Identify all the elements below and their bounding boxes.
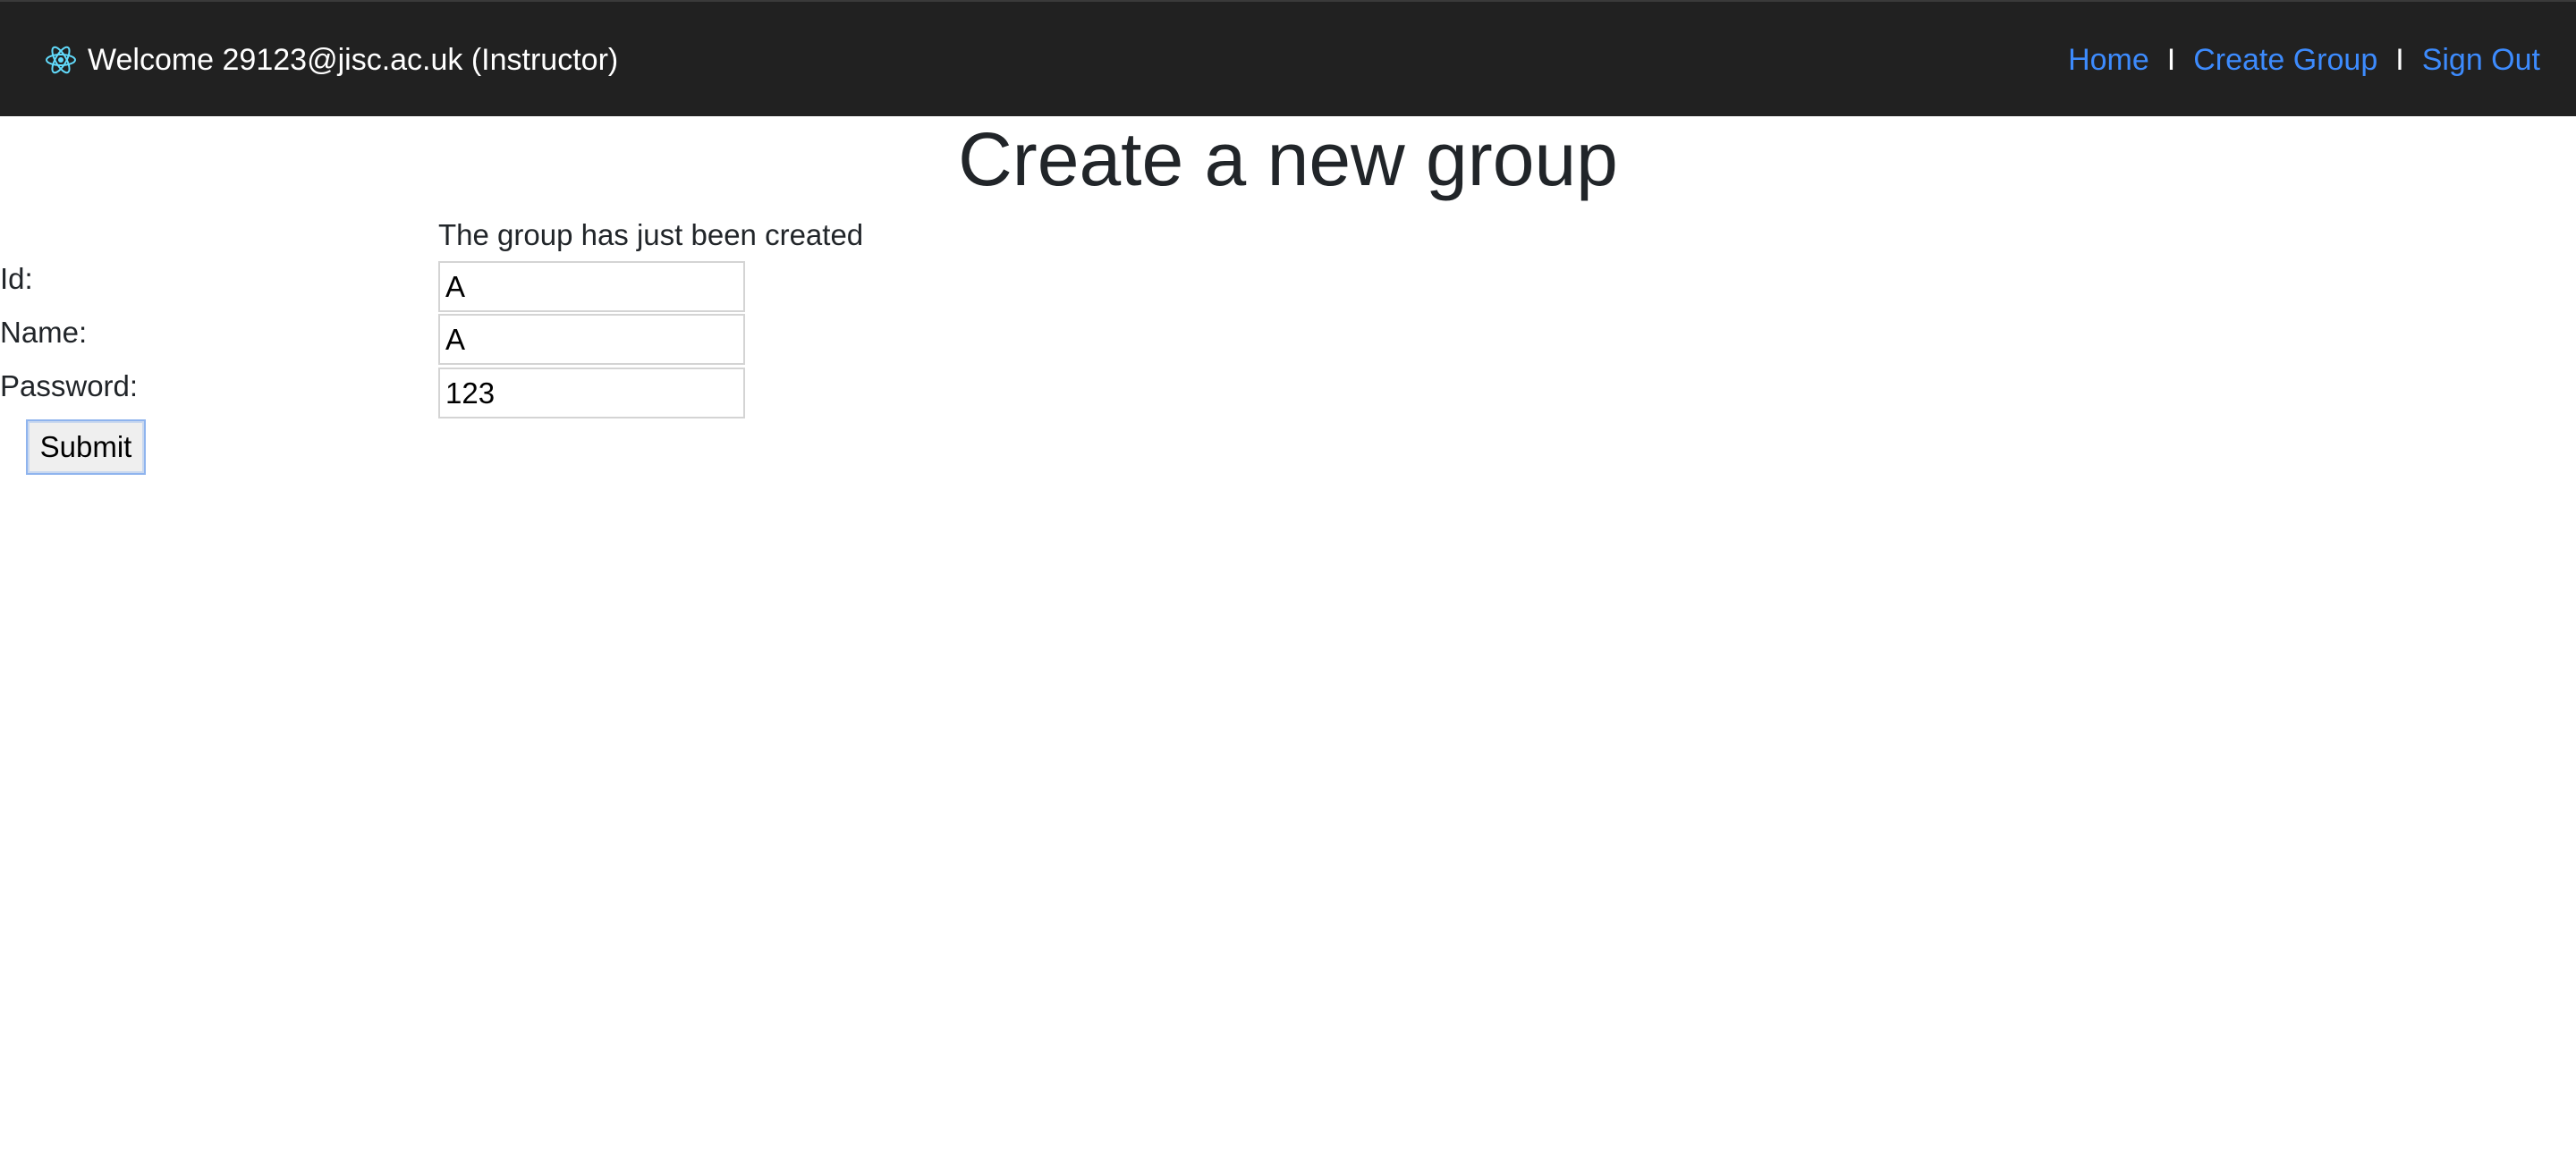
top-navbar: Welcome 29123@jisc.ac.uk (Instructor) Ho… — [0, 0, 2576, 116]
id-label: Id: — [0, 262, 33, 295]
id-input[interactable] — [438, 261, 745, 312]
submit-button[interactable]: Submit — [26, 419, 146, 475]
nav-separator: I — [2166, 42, 2176, 77]
password-label: Password: — [0, 369, 139, 402]
status-message: The group has just been created — [438, 218, 864, 251]
nav-link-create-group[interactable]: Create Group — [2193, 43, 2377, 78]
password-input[interactable] — [438, 368, 745, 418]
react-atom-icon — [45, 44, 77, 76]
name-input[interactable] — [438, 314, 745, 365]
nav-link-home[interactable]: Home — [2068, 43, 2149, 78]
welcome-text: Welcome 29123@jisc.ac.uk (Instructor) — [88, 42, 619, 77]
nav-separator: I — [2395, 42, 2404, 77]
name-label: Name: — [0, 316, 88, 349]
navbar-brand: Welcome 29123@jisc.ac.uk (Instructor) — [45, 38, 618, 82]
page-title: Create a new group — [958, 117, 1618, 201]
nav-link-sign-out[interactable]: Sign Out — [2422, 43, 2540, 78]
nav-links: Home I Create Group I Sign Out — [2068, 38, 2540, 82]
